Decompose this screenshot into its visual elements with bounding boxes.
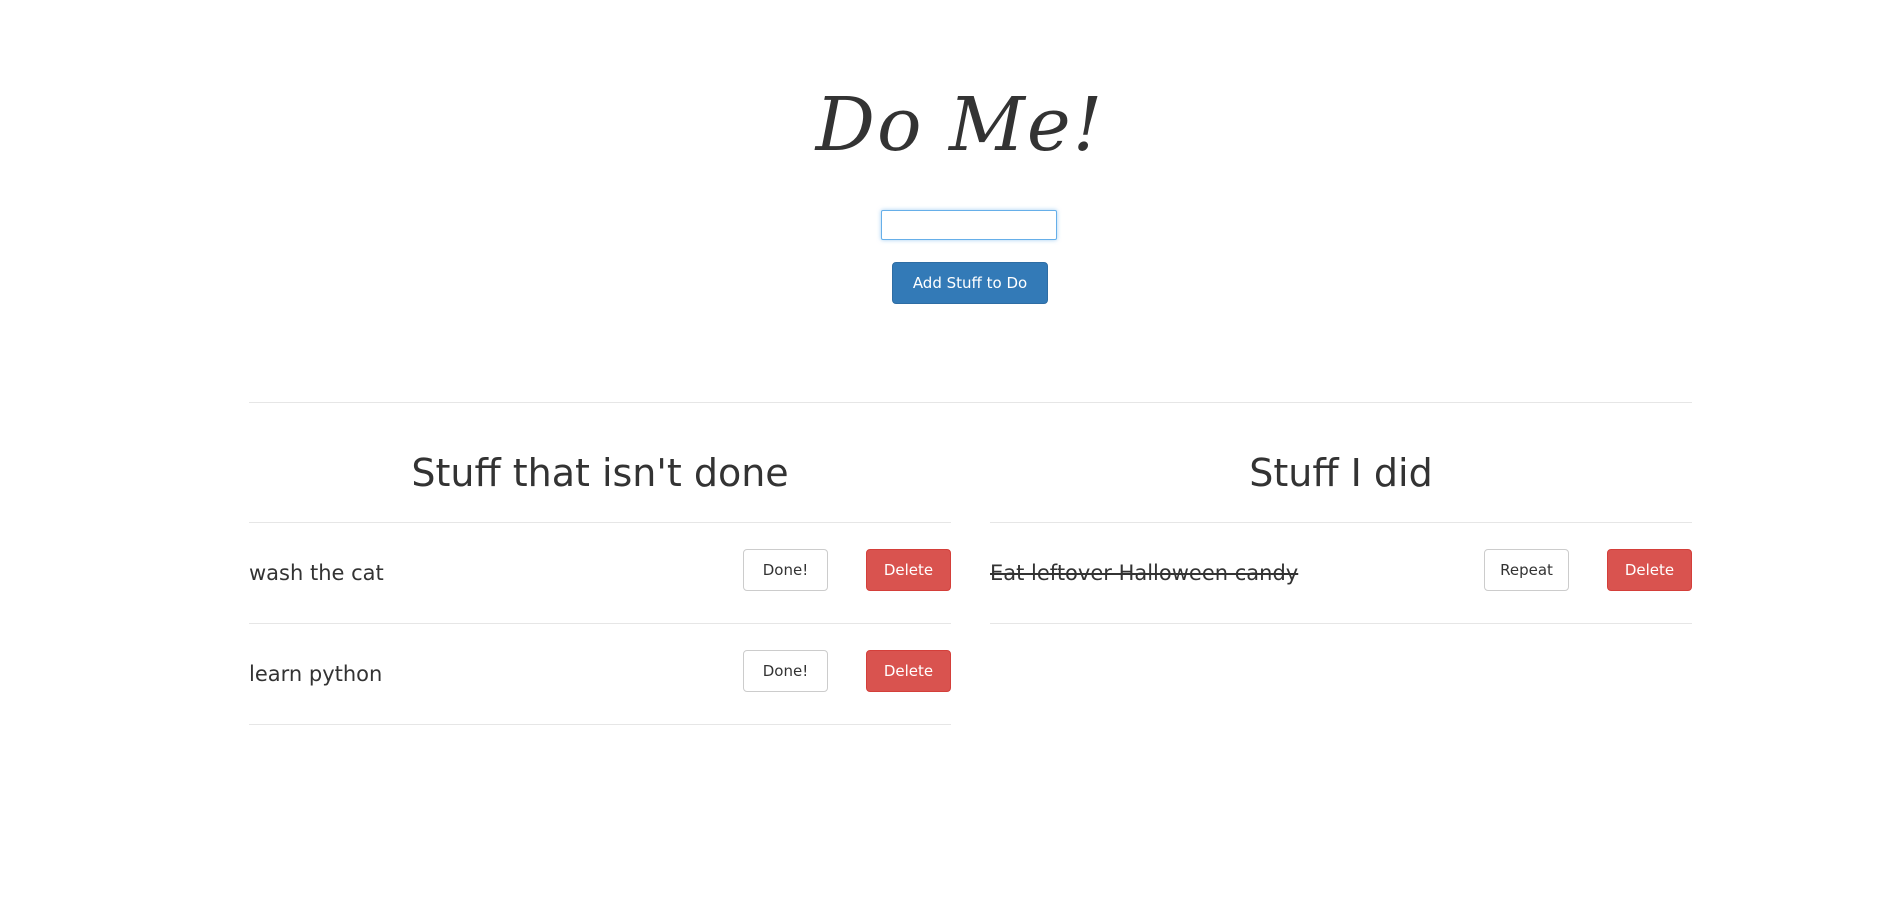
add-task-button[interactable]: Add Stuff to Do <box>892 262 1048 304</box>
todo-column: Stuff that isn't done wash the cat Done!… <box>249 440 951 725</box>
section-divider <box>249 402 1692 403</box>
delete-button[interactable]: Delete <box>866 650 951 692</box>
delete-button[interactable]: Delete <box>1607 549 1692 591</box>
todo-item: wash the cat Done! Delete <box>249 523 951 624</box>
todo-item: learn python Done! Delete <box>249 624 951 725</box>
page-title: Do Me! <box>815 82 1105 168</box>
done-item-text: Eat leftover Halloween candy <box>990 561 1299 585</box>
done-button[interactable]: Done! <box>743 650 828 692</box>
task-input[interactable] <box>881 210 1057 240</box>
delete-button[interactable]: Delete <box>866 549 951 591</box>
todo-item-text: learn python <box>249 662 383 686</box>
done-item: Eat leftover Halloween candy Repeat Dele… <box>990 523 1692 624</box>
done-column: Stuff I did Eat leftover Halloween candy… <box>990 440 1692 624</box>
done-list: Eat leftover Halloween candy Repeat Dele… <box>990 522 1692 624</box>
repeat-button[interactable]: Repeat <box>1484 549 1569 591</box>
todo-heading: Stuff that isn't done <box>411 451 789 495</box>
todo-list: wash the cat Done! Delete learn python D… <box>249 522 951 725</box>
done-button[interactable]: Done! <box>743 549 828 591</box>
done-heading: Stuff I did <box>1249 451 1433 495</box>
todo-item-text: wash the cat <box>249 561 384 585</box>
